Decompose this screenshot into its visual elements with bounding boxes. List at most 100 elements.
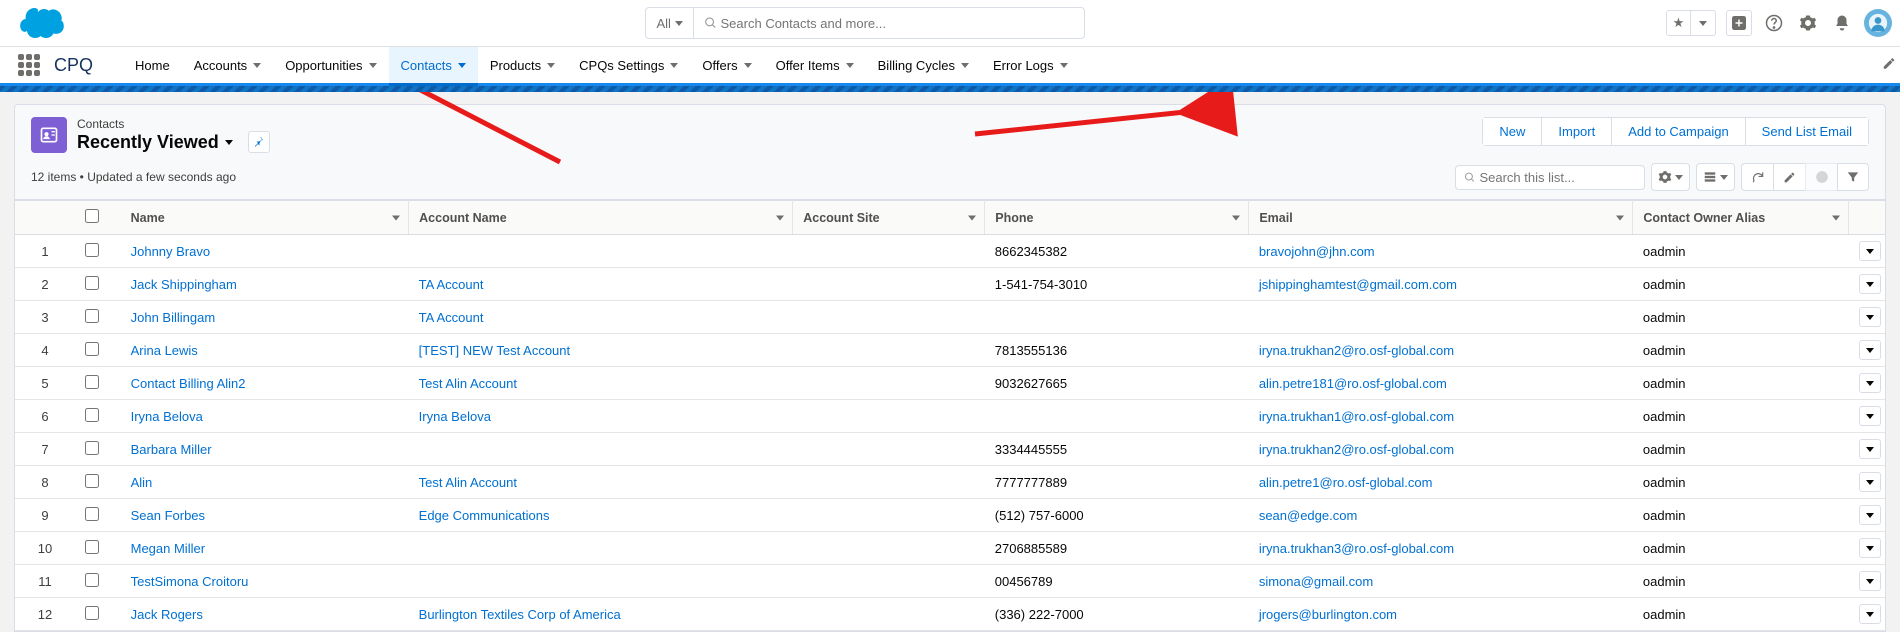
- row-actions-button[interactable]: [1859, 340, 1881, 360]
- row-select-cell[interactable]: [75, 565, 121, 598]
- search-scope-dropdown[interactable]: All: [646, 8, 693, 38]
- nav-tab-offers[interactable]: Offers: [690, 47, 763, 83]
- email-link[interactable]: jshippinghamtest@gmail.com.com: [1259, 277, 1457, 292]
- add-to-campaign-button[interactable]: Add to Campaign: [1612, 118, 1745, 145]
- notifications-bell-icon[interactable]: [1830, 11, 1854, 35]
- row-actions-button[interactable]: [1859, 604, 1881, 624]
- row-checkbox[interactable]: [85, 606, 99, 620]
- col-account[interactable]: Account Name: [409, 201, 793, 235]
- email-link[interactable]: simona@gmail.com: [1259, 574, 1373, 589]
- row-checkbox[interactable]: [85, 375, 99, 389]
- row-select-cell[interactable]: [75, 499, 121, 532]
- row-actions-button[interactable]: [1859, 538, 1881, 558]
- row-select-cell[interactable]: [75, 235, 121, 268]
- filter-button[interactable]: [1837, 163, 1869, 191]
- contact-link[interactable]: Megan Miller: [131, 541, 205, 556]
- row-select-cell[interactable]: [75, 466, 121, 499]
- row-actions-button[interactable]: [1859, 241, 1881, 261]
- pin-list-button[interactable]: [248, 131, 270, 153]
- refresh-button[interactable]: [1741, 163, 1773, 191]
- chevron-down-icon[interactable]: [1060, 63, 1068, 68]
- contact-link[interactable]: Contact Billing Alin2: [131, 376, 246, 391]
- row-select-cell[interactable]: [75, 433, 121, 466]
- nav-tab-products[interactable]: Products: [478, 47, 567, 83]
- chevron-down-icon[interactable]: [458, 63, 466, 68]
- contact-link[interactable]: TestSimona Croitoru: [131, 574, 249, 589]
- chart-button[interactable]: [1805, 163, 1837, 191]
- global-search-input[interactable]: [721, 16, 1074, 31]
- row-checkbox[interactable]: [85, 342, 99, 356]
- row-checkbox[interactable]: [85, 408, 99, 422]
- account-link[interactable]: Burlington Textiles Corp of America: [419, 607, 621, 622]
- nav-tab-contacts[interactable]: Contacts: [389, 47, 478, 86]
- email-link[interactable]: alin.petre1@ro.osf-global.com: [1259, 475, 1433, 490]
- chevron-down-icon[interactable]: [670, 63, 678, 68]
- display-as-table[interactable]: [1696, 163, 1735, 191]
- email-link[interactable]: iryna.trukhan1@ro.osf-global.com: [1259, 409, 1454, 424]
- contact-link[interactable]: Johnny Bravo: [131, 244, 211, 259]
- user-avatar[interactable]: [1864, 9, 1892, 37]
- row-checkbox[interactable]: [85, 276, 99, 290]
- help-icon[interactable]: [1762, 11, 1786, 35]
- row-checkbox[interactable]: [85, 573, 99, 587]
- row-select-cell[interactable]: [75, 367, 121, 400]
- send-list-email-button[interactable]: Send List Email: [1746, 118, 1868, 145]
- row-checkbox[interactable]: [85, 540, 99, 554]
- row-checkbox[interactable]: [85, 309, 99, 323]
- chevron-down-icon[interactable]: [253, 63, 261, 68]
- contact-link[interactable]: Iryna Belova: [131, 409, 203, 424]
- chevron-down-icon[interactable]: [1691, 11, 1715, 35]
- import-button[interactable]: Import: [1542, 118, 1612, 145]
- account-link[interactable]: Test Alin Account: [419, 376, 517, 391]
- email-link[interactable]: iryna.trukhan2@ro.osf-global.com: [1259, 442, 1454, 457]
- row-actions-button[interactable]: [1859, 307, 1881, 327]
- email-link[interactable]: bravojohn@jhn.com: [1259, 244, 1375, 259]
- row-select-cell[interactable]: [75, 301, 121, 334]
- nav-tab-accounts[interactable]: Accounts: [182, 47, 273, 83]
- email-link[interactable]: sean@edge.com: [1259, 508, 1357, 523]
- app-launcher-icon[interactable]: [18, 54, 40, 76]
- col-phone[interactable]: Phone: [985, 201, 1249, 235]
- account-link[interactable]: TA Account: [419, 277, 484, 292]
- row-select-cell[interactable]: [75, 268, 121, 301]
- account-link[interactable]: Iryna Belova: [419, 409, 491, 424]
- salesforce-logo[interactable]: [20, 8, 64, 38]
- account-link[interactable]: TA Account: [419, 310, 484, 325]
- row-checkbox[interactable]: [85, 474, 99, 488]
- list-search[interactable]: [1455, 165, 1645, 190]
- row-actions-button[interactable]: [1859, 373, 1881, 393]
- contact-link[interactable]: Arina Lewis: [131, 343, 198, 358]
- nav-tab-offer-items[interactable]: Offer Items: [764, 47, 866, 83]
- favorites-control[interactable]: ★: [1666, 10, 1716, 36]
- nav-tab-error-logs[interactable]: Error Logs: [981, 47, 1080, 83]
- global-add-button[interactable]: [1726, 10, 1752, 36]
- col-site[interactable]: Account Site: [793, 201, 985, 235]
- inline-edit-button[interactable]: [1773, 163, 1805, 191]
- chevron-down-icon[interactable]: [846, 63, 854, 68]
- select-all-checkbox[interactable]: [85, 209, 99, 223]
- account-link[interactable]: [TEST] NEW Test Account: [419, 343, 570, 358]
- contact-link[interactable]: Jack Shippingham: [131, 277, 237, 292]
- row-actions-button[interactable]: [1859, 439, 1881, 459]
- row-checkbox[interactable]: [85, 243, 99, 257]
- row-select-cell[interactable]: [75, 532, 121, 565]
- chevron-down-icon[interactable]: [547, 63, 555, 68]
- nav-tab-opportunities[interactable]: Opportunities: [273, 47, 388, 83]
- row-actions-button[interactable]: [1859, 274, 1881, 294]
- new-button[interactable]: New: [1483, 118, 1542, 145]
- contact-link[interactable]: Sean Forbes: [131, 508, 205, 523]
- contact-link[interactable]: Jack Rogers: [131, 607, 203, 622]
- edit-nav-icon[interactable]: [1882, 57, 1896, 74]
- contact-link[interactable]: John Billingam: [131, 310, 216, 325]
- email-link[interactable]: iryna.trukhan3@ro.osf-global.com: [1259, 541, 1454, 556]
- email-link[interactable]: alin.petre181@ro.osf-global.com: [1259, 376, 1447, 391]
- list-view-name[interactable]: Recently Viewed: [77, 132, 219, 153]
- row-actions-button[interactable]: [1859, 406, 1881, 426]
- email-link[interactable]: jrogers@burlington.com: [1259, 607, 1397, 622]
- row-checkbox[interactable]: [85, 441, 99, 455]
- star-icon[interactable]: ★: [1667, 11, 1691, 35]
- account-link[interactable]: Edge Communications: [419, 508, 550, 523]
- list-controls-gear[interactable]: [1651, 163, 1690, 191]
- chevron-down-icon[interactable]: [369, 63, 377, 68]
- col-name[interactable]: Name: [121, 201, 409, 235]
